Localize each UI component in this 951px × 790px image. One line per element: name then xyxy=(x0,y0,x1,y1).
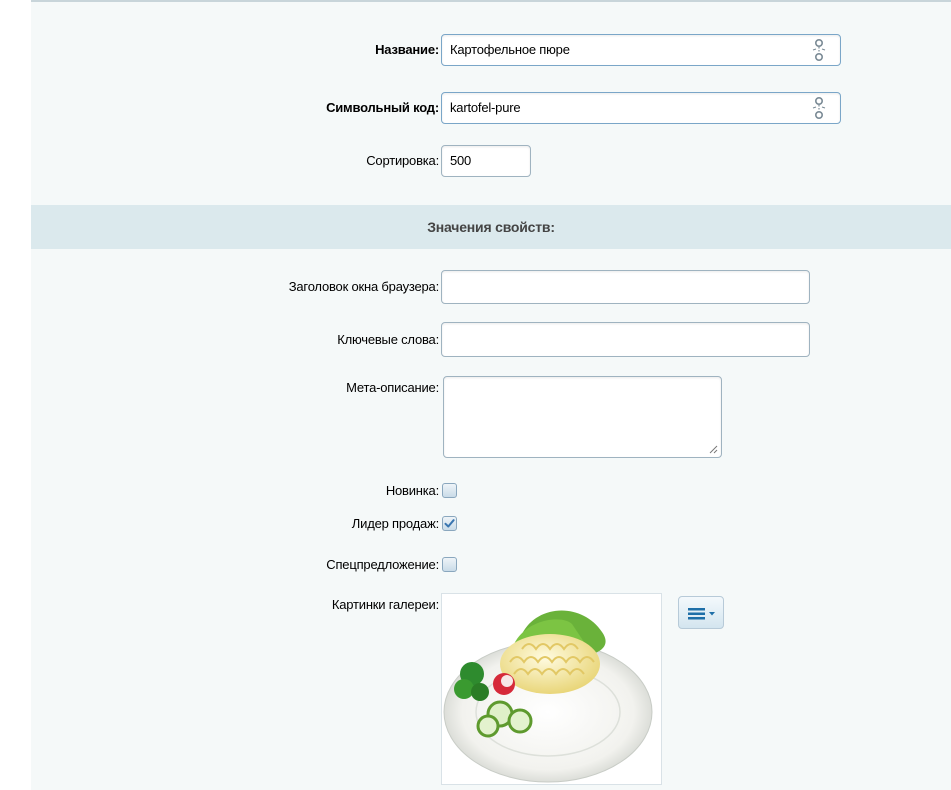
new-item-label: Новинка: xyxy=(385,483,439,498)
checkmark-icon xyxy=(444,519,455,528)
code-row: Символьный код: kartofel-pure xyxy=(31,92,951,124)
chain-link-icon[interactable] xyxy=(812,37,826,63)
browser-title-label: Заголовок окна браузера: xyxy=(288,279,439,294)
code-label: Символьный код: xyxy=(326,100,439,115)
meta-description-textarea[interactable] xyxy=(443,376,722,458)
keywords-label: Ключевые слова: xyxy=(337,332,439,347)
resize-grip-icon[interactable] xyxy=(709,445,718,454)
sort-label: Сортировка: xyxy=(366,153,439,168)
name-label: Название: xyxy=(375,42,439,57)
code-input[interactable]: kartofel-pure xyxy=(441,92,841,124)
keywords-input[interactable] xyxy=(441,322,810,357)
name-row: Название: Картофельное пюре xyxy=(31,34,951,66)
sort-input[interactable]: 500 xyxy=(441,145,531,177)
gallery-label: Картинки галереи: xyxy=(331,597,439,612)
keywords-row: Ключевые слова: xyxy=(31,322,951,357)
bestseller-row: Лидер продаж: xyxy=(31,515,951,533)
meta-description-label: Мета-описание: xyxy=(346,380,439,395)
browser-title-input[interactable] xyxy=(441,270,810,304)
chain-link-icon[interactable] xyxy=(812,95,826,121)
left-edge xyxy=(0,0,31,790)
properties-section-header: Значения свойств: xyxy=(31,205,951,249)
bestseller-checkbox[interactable] xyxy=(442,516,457,531)
top-border xyxy=(0,0,951,16)
name-input[interactable]: Картофельное пюре xyxy=(441,34,841,66)
bestseller-label: Лидер продаж: xyxy=(351,516,439,531)
browser-title-row: Заголовок окна браузера: xyxy=(31,270,951,304)
gallery-image-mashed-potatoes[interactable] xyxy=(441,593,662,785)
special-offer-row: Спецпредложение: xyxy=(31,556,951,574)
chevron-down-icon xyxy=(709,612,715,616)
gallery-menu-button[interactable] xyxy=(678,596,724,629)
new-item-checkbox[interactable] xyxy=(442,483,457,498)
mashed-potatoes-photo xyxy=(443,610,653,783)
special-offer-label: Спецпредложение: xyxy=(326,557,439,572)
sort-row: Сортировка: 500 xyxy=(31,145,951,177)
special-offer-checkbox[interactable] xyxy=(442,557,457,572)
new-item-row: Новинка: xyxy=(31,482,951,500)
meta-description-row: Мета-описание: xyxy=(31,376,951,458)
hamburger-menu-icon xyxy=(688,608,715,620)
